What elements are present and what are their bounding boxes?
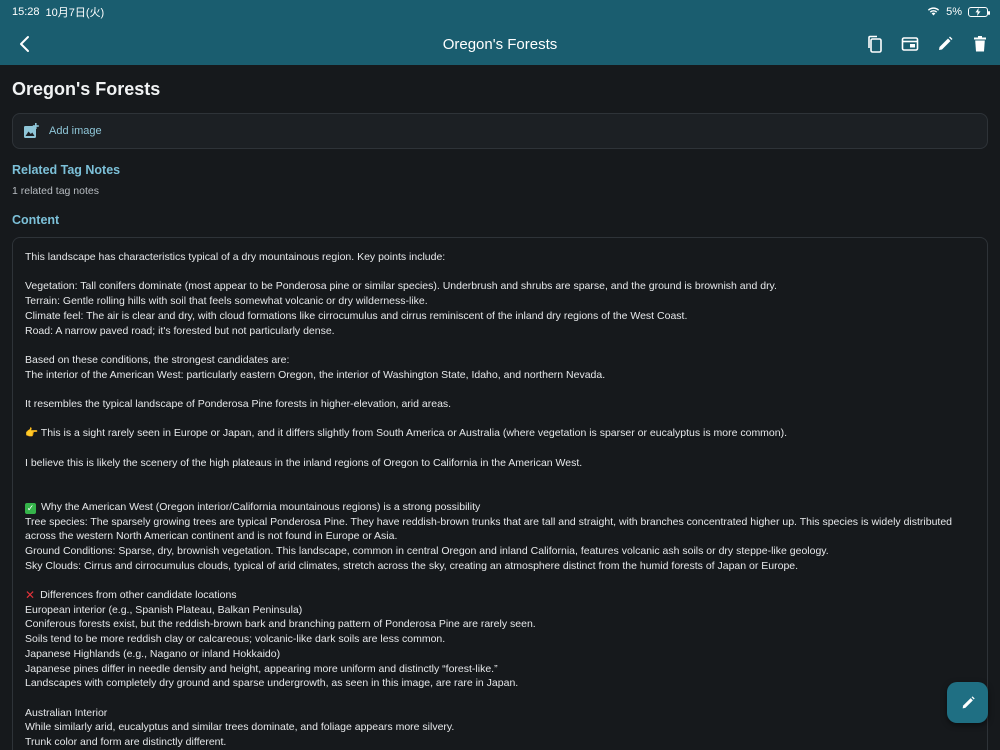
add-image-button[interactable]: Add image — [12, 113, 988, 149]
content-line — [25, 691, 975, 706]
floating-edit-button[interactable] — [947, 682, 988, 723]
content-line — [25, 338, 975, 353]
content-line-text: Differences from other candidate locatio… — [40, 589, 237, 602]
chevron-left-icon — [20, 36, 29, 52]
split-view-button[interactable] — [898, 32, 922, 56]
content-line: Coniferous forests exist, but the reddis… — [25, 618, 536, 631]
nav-actions — [863, 32, 992, 56]
content-line: Based on these conditions, the strongest… — [25, 353, 290, 366]
content-line: Climate feel: The air is clear and dry, … — [25, 309, 688, 322]
battery-icon — [968, 7, 990, 17]
content-line — [25, 265, 975, 280]
status-time: 15:28 — [12, 6, 40, 18]
back-button[interactable] — [12, 32, 36, 56]
content-line: European interior (e.g., Spanish Plateau… — [25, 603, 303, 616]
content-line — [25, 485, 975, 500]
content-line: ✓ Why the American West (Oregon interior/… — [25, 500, 975, 515]
content-line: While similarly arid, eucalyptus and sim… — [25, 721, 455, 734]
content-line-text: Why the American West (Oregon interior/C… — [41, 500, 481, 513]
related-tag-notes-count[interactable]: 1 related tag notes — [12, 185, 988, 199]
content-line: Japanese pines differ in needle density … — [25, 662, 498, 675]
content-line: Japanese Highlands (e.g., Nagano or inla… — [25, 647, 281, 660]
nav-bar: Oregon's Forests — [0, 24, 1000, 65]
battery-percent: 5% — [946, 6, 962, 18]
copy-button[interactable] — [863, 32, 887, 56]
content-line: It resembles the typical landscape of Po… — [25, 397, 452, 410]
note-page: Oregon's Forests Add image Related Tag N… — [0, 65, 1000, 750]
content-line: Landscapes with completely dry ground an… — [25, 677, 519, 690]
content-line: Trunk color and form are distinctly diff… — [25, 736, 227, 749]
content-heading: Content — [12, 213, 60, 227]
check-mark-icon: ✓ — [25, 502, 36, 514]
content-line — [25, 573, 975, 588]
related-tag-notes-heading: Related Tag Notes — [12, 163, 121, 177]
copy-icon — [868, 35, 882, 53]
wifi-icon — [927, 6, 940, 19]
content-area[interactable]: This landscape has characteristics typic… — [12, 237, 988, 750]
split-view-icon — [901, 37, 919, 51]
content-line: I believe this is likely the scenery of … — [25, 456, 583, 469]
content-line: 👉 This is a sight rarely seen in Europe … — [25, 427, 788, 440]
status-date: 10月7日(火) — [45, 7, 105, 19]
cross-mark-icon: ✕ — [25, 588, 36, 603]
content-line: Sky Clouds: Cirrus and cirrocumulus clou… — [25, 559, 799, 572]
note-title: Oregon's Forests — [12, 79, 161, 99]
edit-button[interactable] — [933, 32, 957, 56]
delete-button[interactable] — [968, 32, 992, 56]
content-line: Vegetation: Tall conifers dominate (most… — [25, 280, 777, 293]
content-line — [25, 382, 975, 397]
content-line: Terrain: Gentle rolling hills with soil … — [25, 295, 428, 308]
edit-icon — [962, 695, 975, 708]
add-image-label: Add image — [49, 125, 102, 137]
content-line: This landscape has characteristics typic… — [25, 251, 446, 263]
content-line: Tree species: The sparsely growing trees… — [25, 515, 955, 543]
content-line: Ground Conditions: Sparse, dry, brownish… — [25, 544, 829, 557]
add-photo-icon — [24, 123, 39, 138]
content-line: Road: A narrow paved road; it's forested… — [25, 324, 335, 337]
content-line — [25, 441, 975, 456]
content-line — [25, 470, 975, 485]
content-line: The interior of the American West: parti… — [25, 368, 606, 381]
delete-icon — [974, 36, 986, 52]
edit-icon — [939, 36, 953, 50]
status-right: 5% — [927, 6, 990, 19]
content-line: Soils tend to be more reddish clay or ca… — [25, 633, 446, 646]
content-line: Australian Interior — [25, 706, 108, 719]
status-left: 15:28 10月7日(火) — [12, 4, 104, 20]
content-line — [25, 412, 975, 427]
nav-title: Oregon's Forests — [442, 36, 558, 53]
content-line: ✕ Differences from other candidate locati… — [25, 588, 975, 603]
status-bar: 15:28 10月7日(火) 5% — [0, 0, 1000, 24]
